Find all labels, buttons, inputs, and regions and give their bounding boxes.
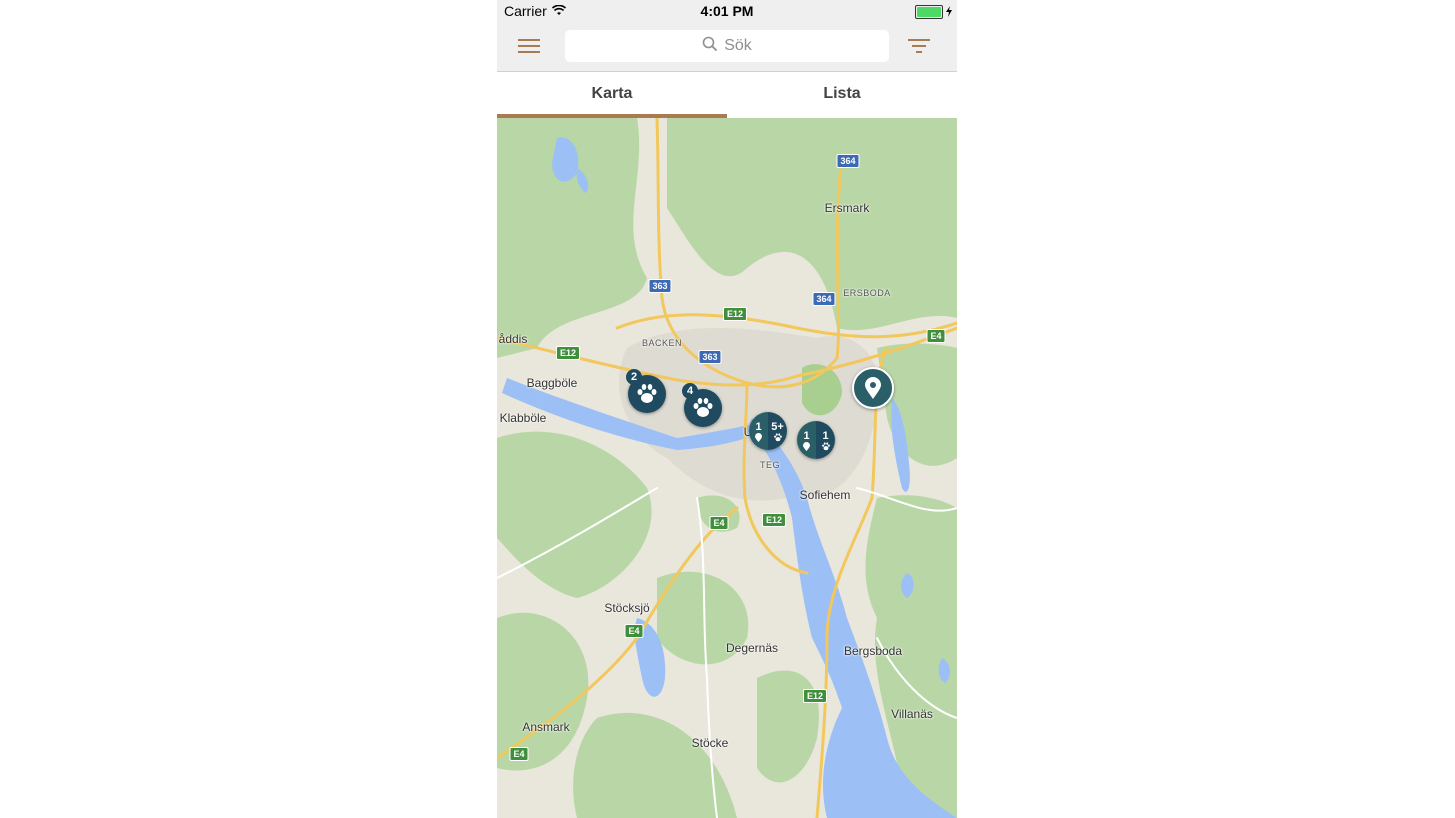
cluster-count: 4 (682, 383, 698, 399)
road-shield: E4 (509, 747, 529, 761)
cluster-count: 2 (626, 369, 642, 385)
road-shield: 363 (648, 279, 672, 293)
map-label-stocke: Stöcke (691, 736, 729, 750)
segment-tabs: Karta Lista (497, 72, 957, 118)
map-label-villanas: Villanäs (891, 707, 933, 721)
map-label-ansmark: Ansmark (522, 720, 570, 734)
map-label-ersmark: Ersmark (824, 201, 870, 215)
location-pin-icon (865, 377, 881, 399)
mixed-cluster-marker[interactable]: 1 1 (797, 421, 835, 459)
places-count: 1 (755, 420, 762, 433)
animals-half: 1 (816, 421, 835, 459)
mixed-cluster-marker[interactable]: 1 5+ (749, 412, 787, 450)
map-label-stocksjo: Stöcksjö (604, 601, 650, 615)
places-half: 1 (797, 421, 816, 459)
road-shield: E12 (722, 307, 748, 321)
road-shield: E4 (926, 329, 946, 343)
paw-icon (691, 397, 715, 419)
tab-lista[interactable]: Lista (727, 72, 957, 118)
road-shield: E4 (709, 516, 729, 530)
map-label-addis: åddis (498, 332, 528, 346)
map-background (497, 118, 957, 818)
search-input[interactable]: Sök (565, 30, 889, 62)
road-shield: E12 (761, 513, 787, 527)
paw-icon (821, 441, 831, 451)
phone-screen: Carrier 4:01 PM Sök Karta Lista Ersmark … (497, 0, 957, 818)
bolt-icon (946, 4, 952, 20)
map-view[interactable]: Ersmark ERSBODA BACKEN åddis Baggböle Kl… (497, 118, 957, 818)
animals-count: 5+ (771, 420, 784, 433)
map-label-klabbole: Klabböle (499, 411, 547, 425)
navigation-bar: Sök (497, 22, 957, 72)
map-label-bergsboda: Bergsboda (843, 644, 903, 658)
map-label-ersboda: ERSBODA (843, 288, 891, 298)
map-label-sofiehem: Sofiehem (799, 488, 851, 502)
tab-karta[interactable]: Karta (497, 72, 727, 118)
place-marker[interactable] (852, 367, 894, 409)
animal-cluster-marker[interactable]: 4 (682, 383, 722, 427)
map-label-backen: BACKEN (641, 338, 683, 348)
magnifier-icon (702, 36, 718, 57)
filter-icon[interactable] (907, 34, 937, 58)
animals-count: 1 (822, 429, 829, 442)
hamburger-menu-icon[interactable] (517, 34, 547, 58)
paw-icon (773, 432, 783, 442)
map-label-teg: TEG (759, 460, 781, 470)
pin-icon (803, 441, 810, 451)
animals-half: 5+ (768, 412, 787, 450)
map-label-baggbole: Baggböle (526, 376, 578, 390)
pin-icon (755, 432, 762, 442)
road-shield: 363 (698, 350, 722, 364)
places-half: 1 (749, 412, 768, 450)
search-placeholder: Sök (724, 37, 752, 54)
road-shield: 364 (812, 292, 836, 306)
map-label-degernas: Degernäs (725, 641, 779, 655)
paw-icon (635, 383, 659, 405)
battery-icon (915, 5, 943, 19)
road-shield: E12 (802, 689, 828, 703)
battery-status (915, 4, 952, 20)
clock: 4:01 PM (700, 3, 754, 19)
animal-cluster-marker[interactable]: 2 (626, 369, 666, 413)
road-shield: 364 (836, 154, 860, 168)
places-count: 1 (803, 429, 810, 442)
road-shield: E4 (624, 624, 644, 638)
road-shield: E12 (555, 346, 581, 360)
status-bar: Carrier 4:01 PM (497, 0, 957, 22)
